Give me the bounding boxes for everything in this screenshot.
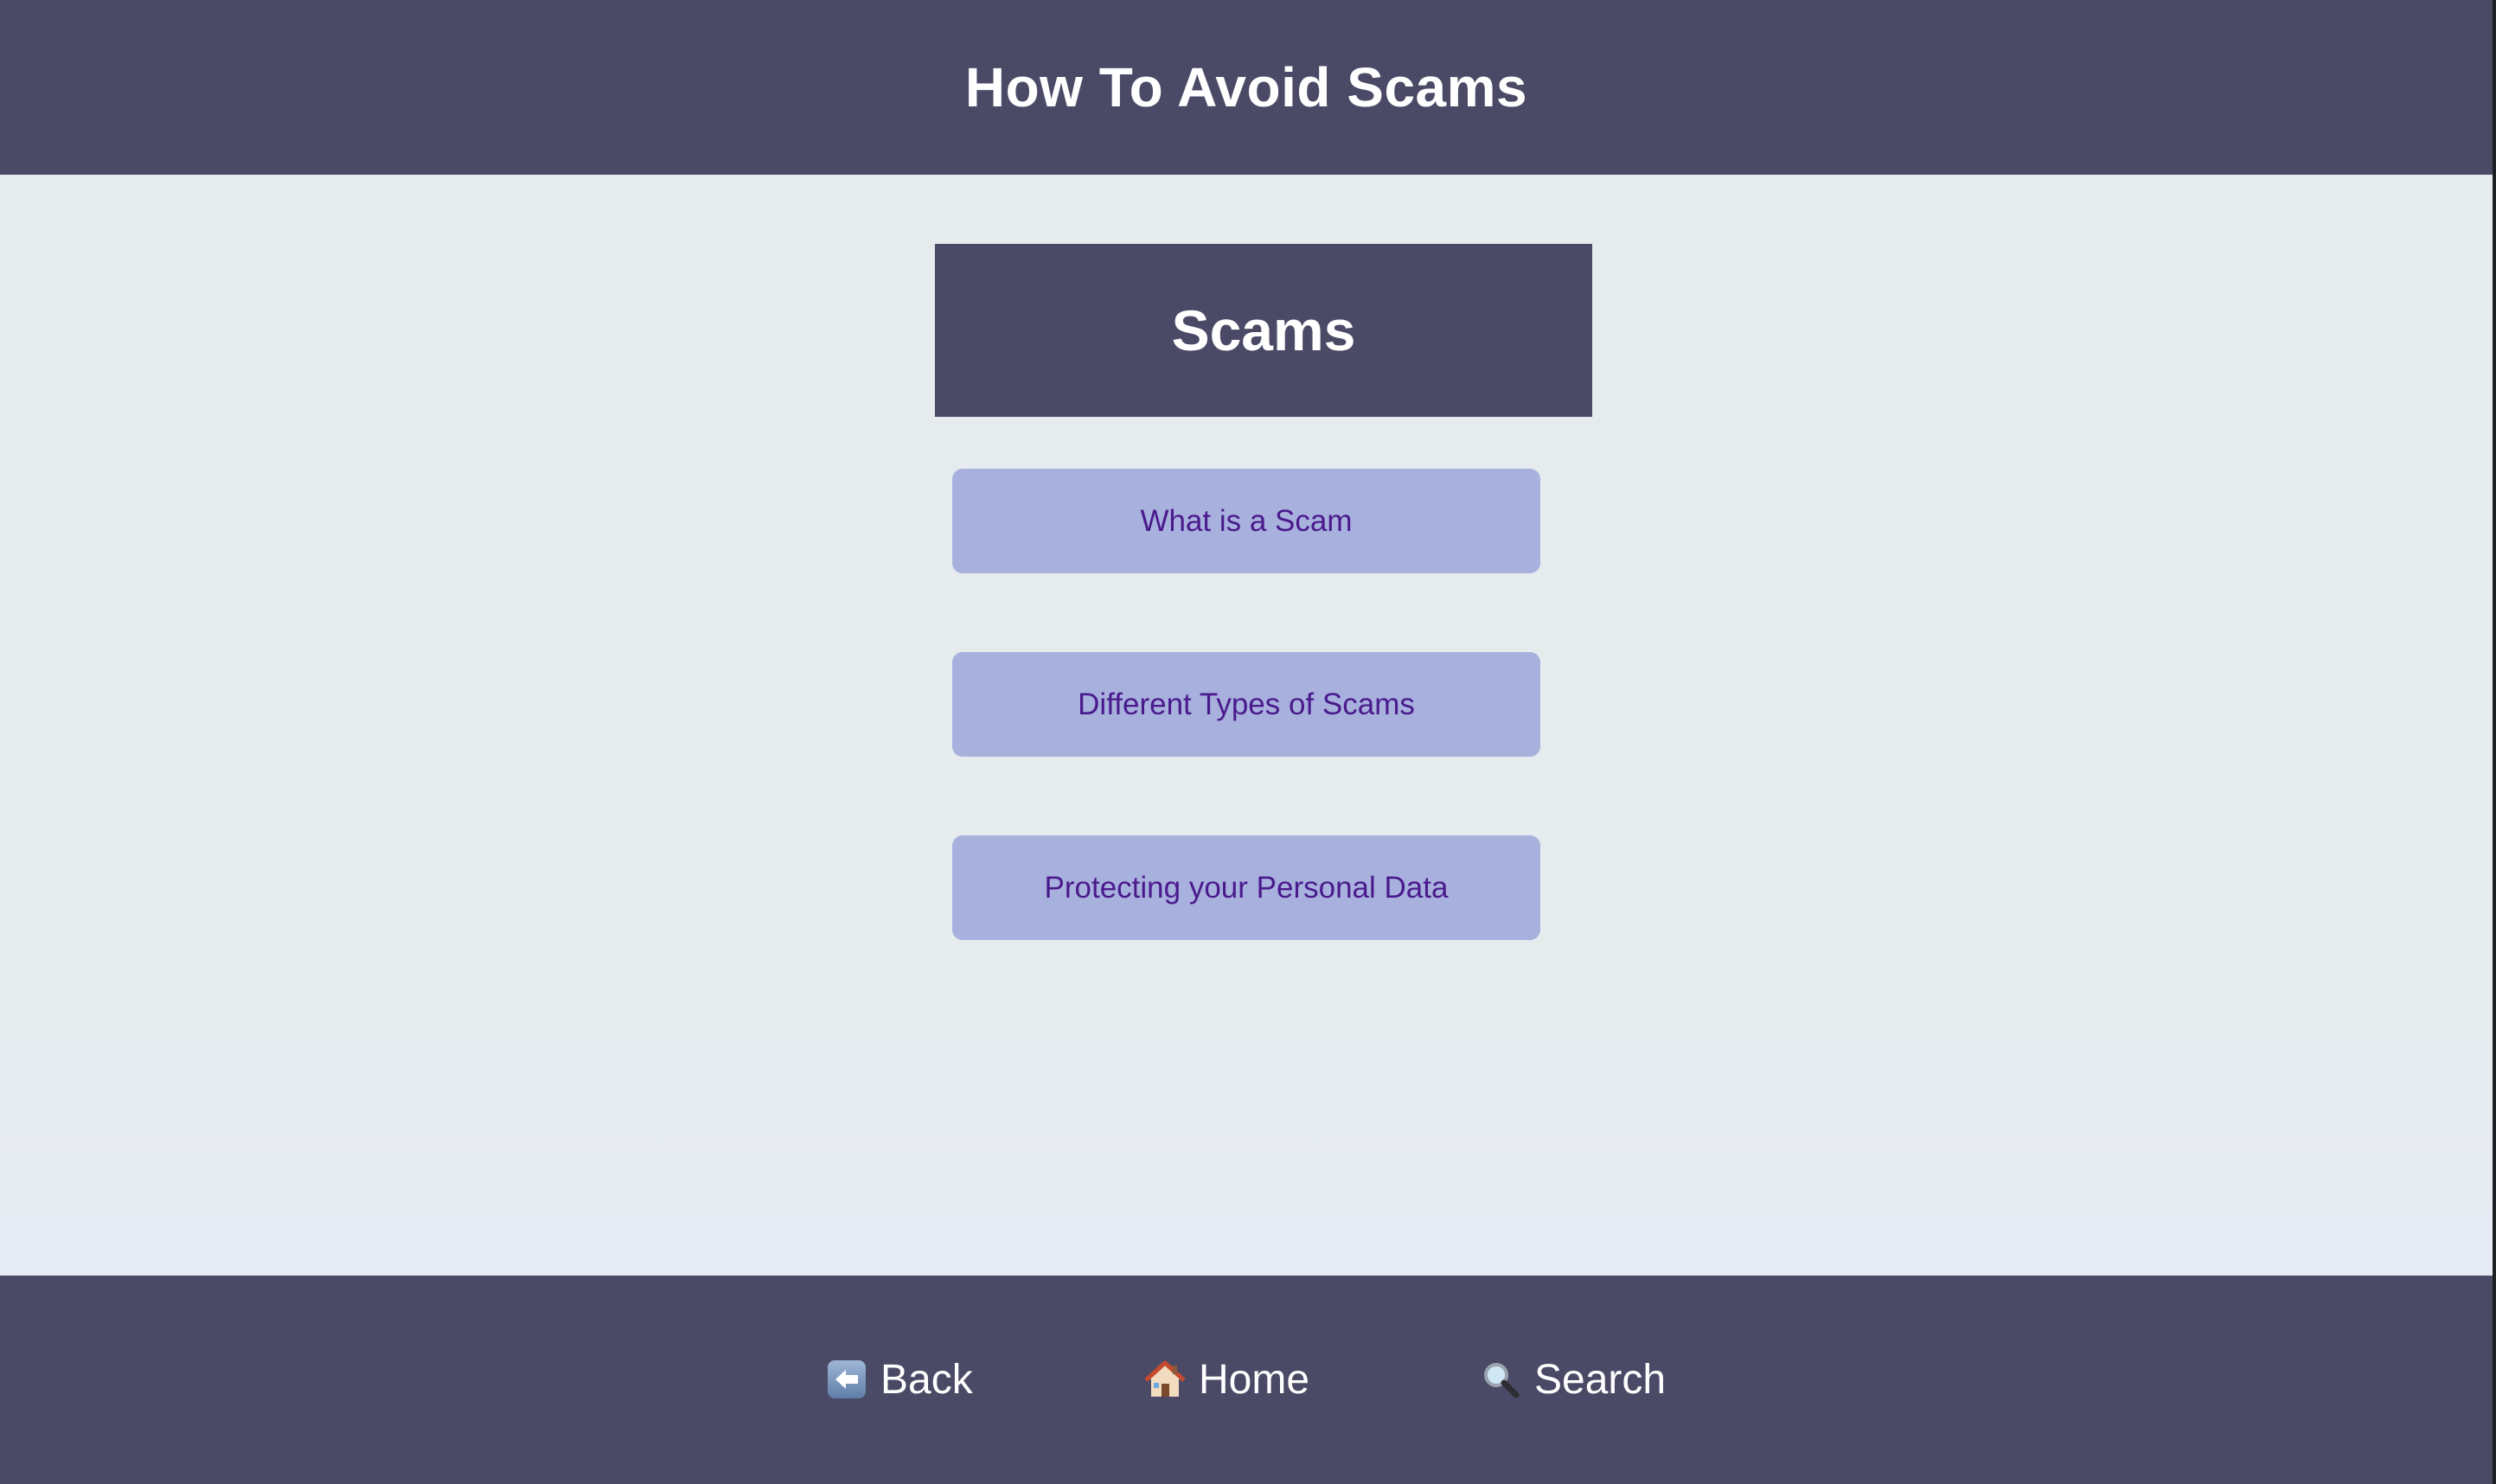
search-button[interactable]: Search: [1479, 1353, 1666, 1405]
house-icon: [1143, 1358, 1187, 1401]
magnifier-icon: [1479, 1358, 1522, 1401]
home-label: Home: [1199, 1356, 1310, 1403]
search-label: Search: [1534, 1356, 1667, 1403]
back-button[interactable]: Back: [825, 1353, 973, 1405]
page-title: How To Avoid Scams: [964, 56, 1528, 118]
bottom-nav: Back Home Search: [0, 1276, 2493, 1484]
home-button[interactable]: Home: [1143, 1353, 1309, 1405]
window-edge: [2493, 0, 2496, 1484]
section-banner: Scams: [935, 244, 1592, 417]
section-title: Scams: [1171, 298, 1356, 362]
page-header: How To Avoid Scams: [0, 0, 2493, 175]
app-window: How To Avoid Scams Scams What is a Scam …: [0, 0, 2493, 1484]
different-types-of-scams-button[interactable]: Different Types of Scams: [952, 652, 1540, 757]
back-label: Back: [880, 1356, 973, 1403]
main-content: Scams What is a Scam Different Types of …: [0, 175, 2493, 1276]
protecting-personal-data-button[interactable]: Protecting your Personal Data: [952, 835, 1540, 940]
back-arrow-icon: [825, 1358, 868, 1401]
what-is-a-scam-button[interactable]: What is a Scam: [952, 469, 1540, 573]
